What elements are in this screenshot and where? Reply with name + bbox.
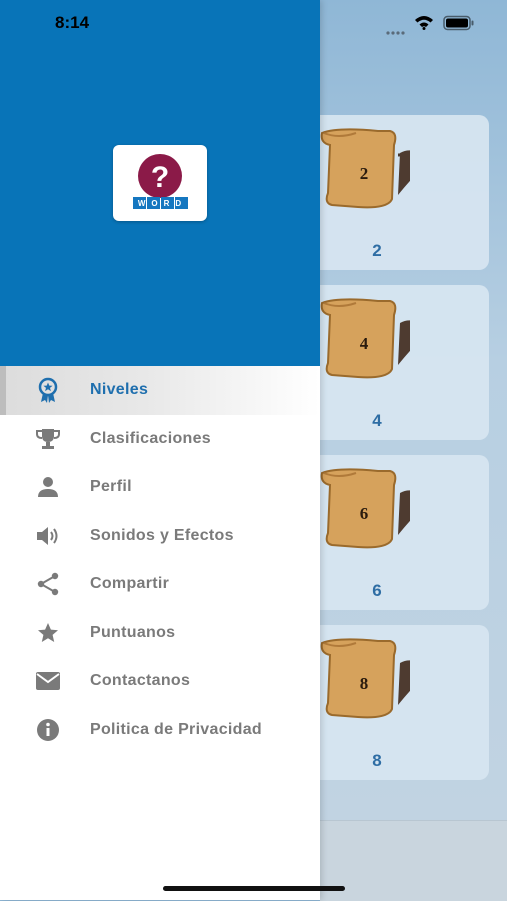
mail-icon: [34, 667, 62, 695]
menu-label: Compartir: [90, 575, 170, 593]
logo-text: WORD: [137, 199, 188, 208]
menu-item-compartir[interactable]: Compartir: [0, 560, 320, 609]
level-label: 8: [372, 751, 382, 770]
scroll-number: 4: [360, 334, 369, 353]
menu-item-privacidad[interactable]: Politica de Privacidad: [0, 706, 320, 755]
app-logo: ? WORD: [113, 145, 207, 221]
menu-label: Clasificaciones: [90, 429, 211, 447]
info-icon: [34, 716, 62, 744]
level-label: 6: [372, 581, 382, 600]
scroll-icon: 8: [320, 638, 410, 719]
person-icon: [34, 473, 62, 501]
menu-label: Perfil: [90, 478, 132, 496]
navigation-drawer: 8:14 ? WORD Niveles Clasificaciones Perf…: [0, 0, 320, 900]
star-icon: [34, 619, 62, 647]
battery-icon: [443, 15, 475, 36]
scroll-number: 2: [360, 164, 369, 183]
menu-label: Niveles: [90, 381, 149, 399]
svg-text:?: ?: [151, 161, 169, 194]
menu-label: Puntuanos: [90, 623, 176, 641]
bottom-bar: [320, 820, 507, 901]
drawer-header: 8:14 ? WORD: [0, 0, 320, 366]
wifi-icon: [414, 14, 434, 35]
drawer-menu: Niveles Clasificaciones Perfil Sonidos y…: [0, 366, 320, 754]
menu-label: Politica de Privacidad: [90, 720, 262, 738]
menu-label: Sonidos y Efectos: [90, 526, 234, 544]
scroll-icon: 6: [320, 468, 410, 549]
menu-item-perfil[interactable]: Perfil: [0, 463, 320, 512]
menu-item-puntuanos[interactable]: Puntuanos: [0, 609, 320, 658]
menu-item-sonidos[interactable]: Sonidos y Efectos: [0, 512, 320, 561]
level-label: 4: [372, 411, 382, 430]
badge-icon: [34, 376, 62, 404]
home-indicator[interactable]: [163, 886, 345, 891]
trophy-icon: [34, 425, 62, 453]
level-label: 2: [372, 241, 382, 260]
menu-item-contactanos[interactable]: Contactanos: [0, 657, 320, 706]
scroll-number: 8: [360, 674, 369, 693]
speaker-icon: [34, 522, 62, 550]
menu-item-clasificaciones[interactable]: Clasificaciones: [0, 415, 320, 464]
scroll-icon: 4: [320, 298, 410, 379]
menu-item-niveles[interactable]: Niveles: [0, 366, 320, 415]
menu-label: Contactanos: [90, 672, 191, 690]
scroll-number: 6: [360, 504, 369, 523]
share-icon: [34, 570, 62, 598]
scroll-icon: 2: [320, 128, 410, 209]
status-time: 8:14: [55, 13, 90, 32]
cellular-icon: [386, 23, 406, 35]
